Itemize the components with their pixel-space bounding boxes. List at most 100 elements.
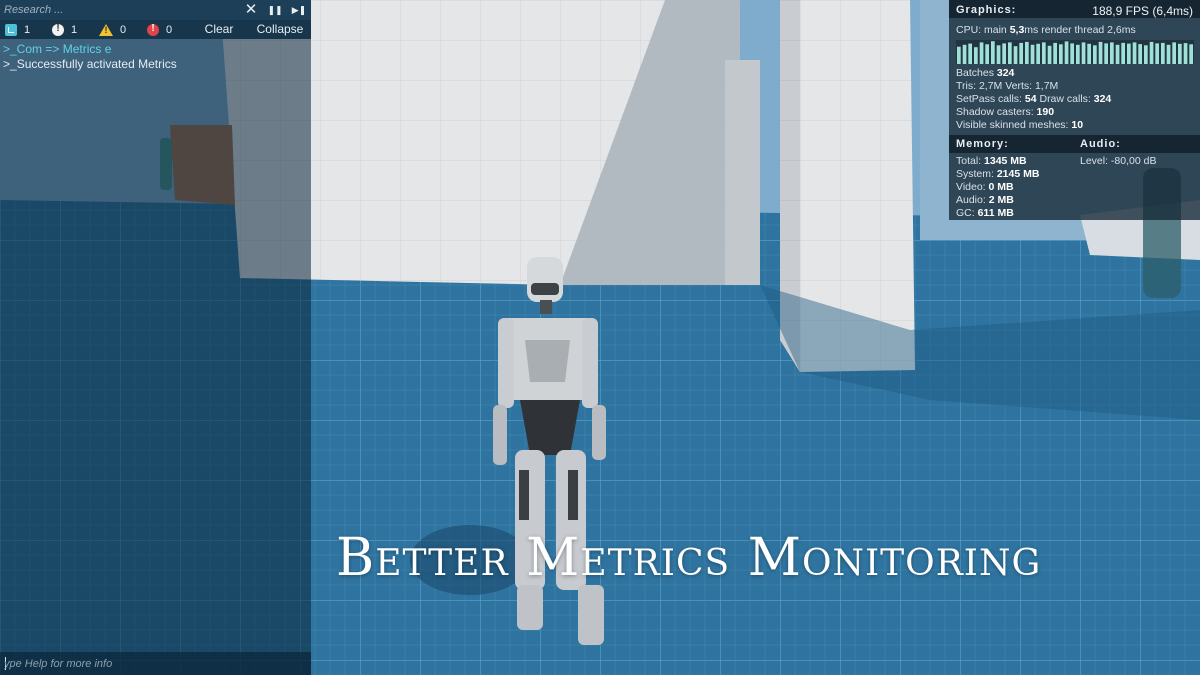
log-line: >_Successfully activated Metrics: [3, 57, 177, 71]
fps-bar: [1098, 41, 1103, 64]
fps-readout: 188,9 FPS (6,4ms): [1092, 4, 1193, 18]
drawcalls-value: 324: [1093, 93, 1112, 105]
warning-filter-toggle[interactable]: 0: [99, 22, 126, 37]
memory-system-value: 2145 MB: [996, 168, 1040, 180]
fps-bar: [979, 42, 984, 64]
fps-bar: [962, 44, 967, 64]
shadow-casters-line: Shadow casters: 190: [956, 106, 1054, 118]
log-filter-toggle[interactable]: 1: [5, 22, 30, 37]
memory-total-value: 1345 MB: [984, 155, 1027, 167]
fps-bar: [1070, 43, 1074, 64]
log-line-text: Successfully activated Metrics: [16, 57, 177, 71]
skinned-meshes-line: Visible skinned meshes: 10: [956, 119, 1083, 131]
fps-bar: [1087, 43, 1091, 64]
shadow-label: Shadow casters:: [956, 106, 1037, 118]
memory-total-label: Total:: [956, 155, 985, 167]
clear-button[interactable]: Clear: [195, 20, 243, 39]
fps-bar: [1008, 42, 1012, 64]
warning-count: 0: [120, 23, 127, 36]
fps-bar: [974, 47, 978, 64]
log-icon: [5, 23, 17, 36]
memory-system-line: System: 2145 MB: [956, 168, 1039, 180]
log-line-prefix: >_Com =>: [3, 42, 63, 56]
setpass-line: SetPass calls: 54 Draw calls: 324: [956, 93, 1111, 105]
batches-line: Batches 324: [956, 67, 1014, 79]
cpu-line: CPU: main 5,3ms render thread 2,6ms: [956, 24, 1136, 36]
fps-bar: [1030, 44, 1035, 64]
collapse-button[interactable]: Collapse: [250, 20, 310, 39]
memory-gc-label: GC:: [956, 207, 978, 219]
fps-bar: [1076, 44, 1080, 64]
fps-bar: [1059, 44, 1063, 64]
fps-bar: [996, 45, 1001, 64]
console-search-bar: ✕ ❚❚ ▶❚: [0, 0, 311, 21]
fps-bar: [1081, 42, 1086, 64]
fps-bar: [1144, 45, 1148, 64]
tris-line: Tris: 2,7M Verts: 1,7M: [956, 80, 1059, 92]
fps-bar: [1093, 45, 1097, 64]
fps-bar: [1178, 43, 1182, 64]
info-filter-toggle[interactable]: 1: [52, 22, 77, 37]
fps-bar: [1053, 42, 1057, 64]
setpass-value: 54: [1024, 93, 1037, 105]
log-line-prefix: >_: [3, 57, 17, 71]
log-line: >_Com => Metrics e: [3, 42, 111, 56]
console-command-input[interactable]: [4, 655, 304, 672]
memory-audio-label: Audio:: [956, 194, 989, 206]
audio-level: Level: -80,00 dB: [1080, 155, 1157, 167]
fps-bar: [1064, 41, 1069, 64]
error-icon: [147, 23, 159, 36]
memory-gc-line: GC: 611 MB: [956, 207, 1014, 219]
pause-icon[interactable]: ❚❚: [264, 1, 286, 19]
fps-bar: [1104, 43, 1108, 64]
fps-bar: [1161, 42, 1165, 64]
fps-bar: [1155, 43, 1159, 64]
step-forward-icon[interactable]: ▶❚: [288, 1, 310, 19]
console-toolbar: 1 1 0 0 Clear Collapse: [0, 20, 311, 39]
fps-bar: [1183, 43, 1188, 64]
fps-bar: [1138, 44, 1142, 64]
audio-title: Audio:: [1080, 138, 1121, 150]
error-count: 0: [166, 23, 173, 36]
setpass-label: SetPass calls:: [956, 93, 1025, 105]
metrics-panel: Graphics: 188,9 FPS (6,4ms) CPU: main 5,…: [949, 0, 1200, 220]
fps-bar: [1115, 44, 1120, 64]
console-command-bar: [0, 652, 311, 675]
batches-label: Batches: [956, 67, 997, 79]
fps-bar: [968, 43, 972, 64]
log-count: 1: [24, 23, 31, 36]
fps-bar: [1042, 42, 1046, 64]
fps-bar: [1110, 42, 1114, 64]
close-icon[interactable]: ✕: [242, 1, 260, 19]
info-icon: [52, 23, 64, 36]
promo-title: Better Metrics Monitoring: [336, 528, 1042, 588]
cpu-render-thread: ms render thread 2,6ms: [1024, 24, 1136, 36]
graphics-title: Graphics:: [956, 4, 1017, 16]
memory-audio-line: Audio: 2 MB: [956, 194, 1014, 206]
memory-video-value: 0 MB: [988, 181, 1014, 193]
fps-bar: [1172, 42, 1176, 64]
memory-total-line: Total: 1345 MB: [956, 155, 1027, 167]
log-line-text: Metrics e: [62, 42, 112, 56]
memory-title: Memory:: [956, 138, 1009, 150]
fps-bar: [1189, 44, 1193, 64]
error-filter-toggle[interactable]: 0: [147, 22, 172, 37]
batches-value: 324: [996, 67, 1015, 79]
fps-bar: [1132, 42, 1137, 64]
fps-bar: [1025, 41, 1029, 64]
fps-bar: [1166, 44, 1171, 64]
cpu-main-value: 5,3: [1009, 24, 1025, 36]
debug-console-panel: ✕ ❚❚ ▶❚ 1 1 0 0 Clear Collapse >_Com => …: [0, 0, 311, 675]
info-count: 1: [71, 23, 78, 36]
fps-bar: [1121, 42, 1125, 64]
console-search-input[interactable]: [4, 2, 236, 18]
skinned-value: 10: [1071, 119, 1084, 131]
fps-bar: [1002, 43, 1006, 64]
fps-bar: [1149, 41, 1154, 64]
fps-bar: [1019, 42, 1023, 64]
memory-video-label: Video:: [956, 181, 989, 193]
memory-audio-value: 2 MB: [988, 194, 1014, 206]
fps-bar: [985, 44, 989, 64]
memory-video-line: Video: 0 MB: [956, 181, 1014, 193]
fps-history-graph: [956, 40, 1194, 64]
